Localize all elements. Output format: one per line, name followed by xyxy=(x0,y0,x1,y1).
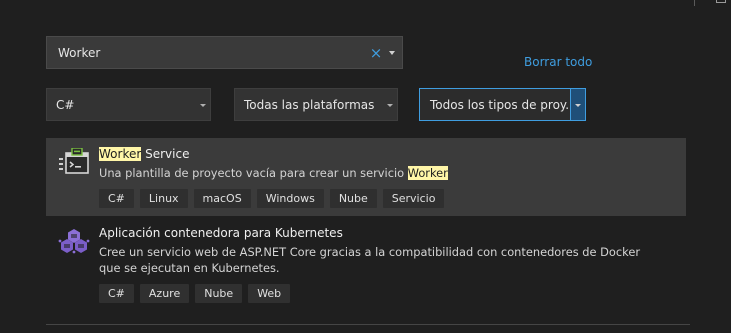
template-description-text: Una plantilla de proyecto vacía para cre… xyxy=(99,166,408,180)
search-match-highlight: Worker xyxy=(407,166,448,180)
tag-service: Servicio xyxy=(382,189,445,208)
template-description: Cree un servicio web de ASP.NET Core gra… xyxy=(99,245,641,275)
tag-cloud: Nube xyxy=(195,284,243,303)
project-type-filter-select[interactable]: Todos los tipos de proy... xyxy=(419,88,586,121)
template-tags: C# Azure Nube Web xyxy=(99,284,291,303)
window-divider-line xyxy=(694,0,695,6)
worker-service-icon xyxy=(59,148,89,174)
tag-web: Web xyxy=(248,284,291,303)
tag-csharp: C# xyxy=(99,189,134,208)
template-item-worker-service[interactable]: Worker Service Una plantilla de proyecto… xyxy=(46,138,686,216)
project-type-filter-value: Todos los tipos de proy... xyxy=(430,97,570,112)
template-tags: C# Linux macOS Windows Nube Servicio xyxy=(99,189,445,208)
search-match-highlight: Worker xyxy=(99,147,142,161)
list-divider xyxy=(46,324,690,325)
tag-linux: Linux xyxy=(139,189,188,208)
tag-macos: macOS xyxy=(193,189,251,208)
tag-cloud: Nube xyxy=(329,189,377,208)
search-input[interactable] xyxy=(47,37,369,68)
tag-windows: Windows xyxy=(256,189,324,208)
template-title: Aplicación contenedora para Kubernetes xyxy=(99,226,343,240)
project-type-filter-arrow[interactable] xyxy=(570,89,585,120)
language-filter-value: C# xyxy=(56,97,75,112)
language-filter-arrow xyxy=(196,89,210,120)
template-search-panel: × Borrar todo C# Todas las plataformas T… xyxy=(0,0,731,333)
chevron-down-icon xyxy=(575,104,581,107)
restore-window-icon[interactable] xyxy=(716,0,726,3)
platform-filter-value: Todas las plataformas xyxy=(244,97,375,112)
tag-csharp: C# xyxy=(99,284,134,303)
search-history-dropdown[interactable] xyxy=(387,46,399,60)
platform-filter-arrow xyxy=(383,89,397,120)
template-description: Una plantilla de proyecto vacía para cre… xyxy=(99,165,448,181)
template-item-kubernetes-app[interactable]: Aplicación contenedora para Kubernetes C… xyxy=(46,218,686,306)
clear-all-link[interactable]: Borrar todo xyxy=(524,55,592,69)
platform-filter-select[interactable]: Todas las plataformas xyxy=(234,88,398,121)
template-title-rest: Service xyxy=(141,147,190,161)
template-title: Worker Service xyxy=(99,147,189,161)
clear-search-icon[interactable]: × xyxy=(369,45,383,60)
chevron-down-icon xyxy=(389,50,395,55)
kubernetes-container-icon xyxy=(58,229,90,254)
chevron-down-icon xyxy=(200,104,206,107)
window-corner-handle xyxy=(687,0,731,6)
tag-azure: Azure xyxy=(139,284,190,303)
language-filter-select[interactable]: C# xyxy=(46,88,211,121)
chevron-down-icon xyxy=(387,104,393,107)
template-search-box: × xyxy=(46,36,403,69)
